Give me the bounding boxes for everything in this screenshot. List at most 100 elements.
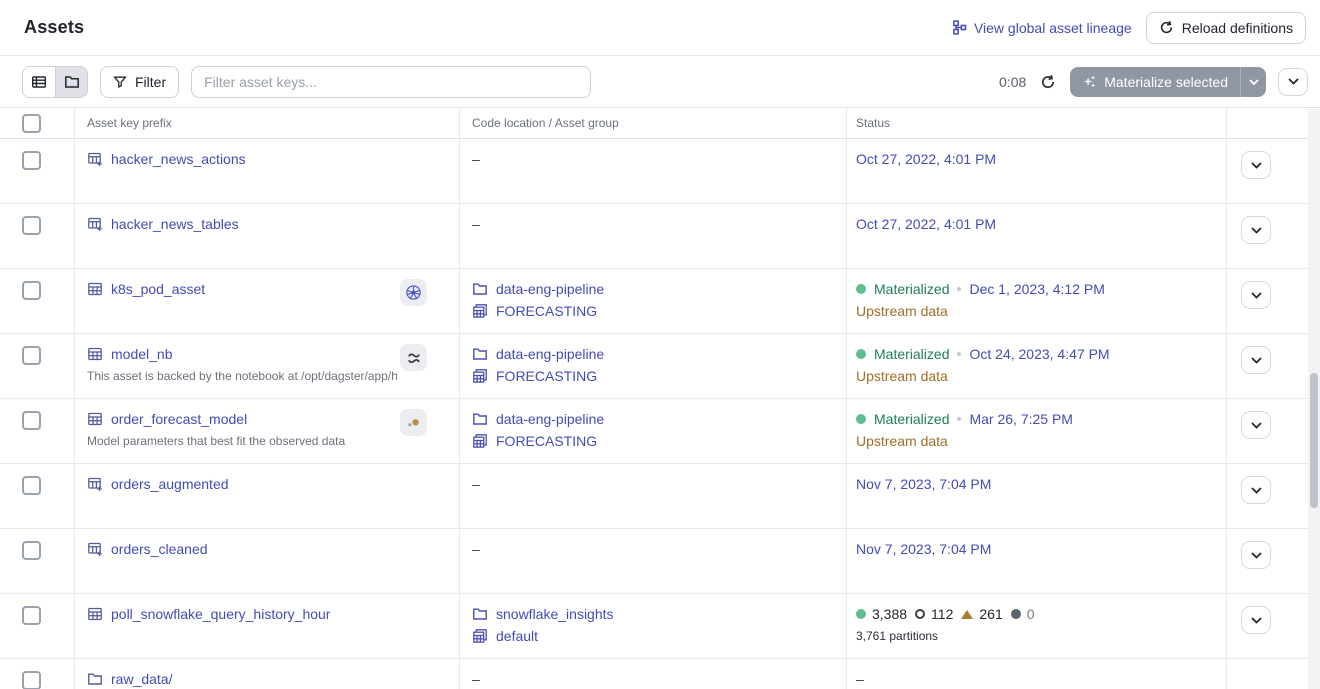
view-toggle-table-button[interactable]	[23, 67, 55, 97]
asset-description: Model parameters that best fit the obser…	[87, 434, 397, 448]
partition-missing-ring	[915, 609, 925, 619]
code-location-folder-icon	[472, 411, 488, 427]
materialized-label: Materialized	[874, 346, 949, 362]
asset-key-link[interactable]: model_nb	[111, 346, 173, 362]
filter-button[interactable]: Filter	[100, 66, 179, 98]
status-cell: Materialized Dec 1, 2023, 4:12 PM Upstre…	[846, 269, 1226, 333]
status-timestamp-link[interactable]: Dec 1, 2023, 4:12 PM	[969, 281, 1104, 297]
table-plus-icon	[87, 216, 103, 232]
row-checkbox[interactable]	[22, 541, 41, 560]
table-view-icon	[31, 74, 47, 90]
column-header-actions	[1226, 108, 1320, 138]
code-location-cell: data-eng-pipeline FORECASTING	[459, 334, 846, 398]
code-location-cell: –	[459, 659, 846, 689]
row-expand-button[interactable]	[1241, 346, 1271, 374]
status-cell: Materialized Mar 26, 7:25 PM Upstream da…	[846, 399, 1226, 463]
row-expand-button[interactable]	[1241, 476, 1271, 504]
reload-definitions-button[interactable]: Reload definitions	[1146, 12, 1306, 44]
row-expand-button[interactable]	[1241, 216, 1271, 244]
page-title: Assets	[24, 17, 84, 38]
asset-group-link[interactable]: FORECASTING	[472, 368, 846, 384]
view-toggle-folder-button[interactable]	[55, 67, 87, 97]
filter-button-label: Filter	[135, 74, 166, 90]
asset-group-icon	[472, 628, 488, 644]
code-location-cell: –	[459, 139, 846, 203]
row-checkbox-cell	[0, 464, 74, 528]
kubernetes-icon	[405, 284, 422, 301]
partition-failed-triangle	[961, 610, 973, 619]
asset-key-cell: orders_augmented	[74, 464, 459, 528]
asset-key-link[interactable]: hacker_news_actions	[111, 151, 246, 167]
row-expand-button[interactable]	[1241, 151, 1271, 179]
asset-key-link[interactable]: order_forecast_model	[111, 411, 247, 427]
table-plus-icon	[87, 541, 103, 557]
status-timestamp-link[interactable]: Nov 7, 2023, 7:04 PM	[856, 476, 991, 492]
asset-key-cell: model_nb This asset is backed by the not…	[74, 334, 459, 398]
row-checkbox[interactable]	[22, 281, 41, 300]
asset-key-link[interactable]: raw_data/	[111, 671, 172, 687]
row-actions-cell	[1226, 464, 1320, 528]
row-checkbox-cell	[0, 204, 74, 268]
asset-group-icon	[472, 303, 488, 319]
row-checkbox[interactable]	[22, 216, 41, 235]
refresh-button[interactable]	[1038, 72, 1058, 92]
materialized-dot-icon	[856, 414, 866, 424]
row-expand-button[interactable]	[1241, 606, 1271, 634]
refresh-timer: 0:08	[999, 74, 1026, 90]
materialize-selected-button[interactable]: Materialize selected	[1070, 67, 1240, 97]
jupyter-badge	[400, 409, 427, 436]
row-checkbox[interactable]	[22, 606, 41, 625]
scrollbar-thumb[interactable]	[1310, 373, 1318, 508]
asset-key-link[interactable]: orders_augmented	[111, 476, 229, 492]
expand-options-button[interactable]	[1278, 68, 1308, 96]
row-expand-button[interactable]	[1241, 411, 1271, 439]
row-checkbox[interactable]	[22, 476, 41, 495]
assets-toolbar: Filter 0:08 Materialize selected	[0, 56, 1320, 108]
chevron-down-icon	[1251, 617, 1262, 624]
asset-key-link[interactable]: orders_cleaned	[111, 541, 208, 557]
column-header-status: Status	[846, 108, 1226, 138]
status-cell: 3,3881122610 3,761 partitions	[846, 594, 1226, 658]
table-row: order_forecast_model Model parameters th…	[0, 399, 1320, 464]
asset-group-link[interactable]: FORECASTING	[472, 433, 846, 449]
row-checkbox[interactable]	[22, 151, 41, 170]
partition-count: 261	[961, 606, 1002, 622]
status-timestamp-link[interactable]: Mar 26, 7:25 PM	[969, 411, 1073, 427]
code-location-link[interactable]: data-eng-pipeline	[472, 411, 846, 427]
row-checkbox[interactable]	[22, 346, 41, 365]
asset-search-input[interactable]	[191, 66, 591, 98]
status-timestamp-link[interactable]: Oct 24, 2023, 4:47 PM	[969, 346, 1109, 362]
asset-key-link[interactable]: hacker_news_tables	[111, 216, 239, 232]
partition-success-dot	[856, 609, 866, 619]
code-location-link[interactable]: data-eng-pipeline	[472, 346, 846, 362]
table-row: orders_augmented – Nov 7, 2023, 7:04 PM	[0, 464, 1320, 529]
asset-group-link[interactable]: default	[472, 628, 846, 644]
code-location-dash: –	[472, 216, 846, 232]
view-global-asset-lineage-link[interactable]: View global asset lineage	[952, 20, 1132, 36]
row-checkbox[interactable]	[22, 411, 41, 430]
asset-key-cell: hacker_news_tables	[74, 204, 459, 268]
status-timestamp-link[interactable]: Oct 27, 2022, 4:01 PM	[856, 151, 996, 167]
asset-table-body: hacker_news_actions – Oct 27, 2022, 4:01…	[0, 139, 1320, 689]
row-expand-button[interactable]	[1241, 281, 1271, 309]
select-all-checkbox[interactable]	[22, 114, 41, 133]
code-location-dash: –	[472, 671, 846, 687]
asset-key-link[interactable]: k8s_pod_asset	[111, 281, 205, 297]
code-location-link[interactable]: snowflake_insights	[472, 606, 846, 622]
row-checkbox-cell	[0, 269, 74, 333]
partition-counts: 3,3881122610	[856, 606, 1226, 622]
asset-key-link[interactable]: poll_snowflake_query_history_hour	[111, 606, 330, 622]
code-location-link[interactable]: data-eng-pipeline	[472, 281, 846, 297]
asset-group-link[interactable]: FORECASTING	[472, 303, 846, 319]
status-timestamp-link[interactable]: Nov 7, 2023, 7:04 PM	[856, 541, 991, 557]
lineage-icon	[952, 20, 967, 35]
row-expand-button[interactable]	[1241, 541, 1271, 569]
status-cell: Oct 27, 2022, 4:01 PM	[846, 204, 1226, 268]
materialize-options-caret[interactable]	[1240, 67, 1266, 97]
status-cell: Nov 7, 2023, 7:04 PM	[846, 464, 1226, 528]
table-row: k8s_pod_asset data-eng-pipeline FORECAST…	[0, 269, 1320, 334]
code-location-dash: –	[472, 476, 846, 492]
status-timestamp-link[interactable]: Oct 27, 2022, 4:01 PM	[856, 216, 996, 232]
row-checkbox[interactable]	[22, 671, 41, 689]
scrollbar-track[interactable]	[1308, 109, 1320, 689]
